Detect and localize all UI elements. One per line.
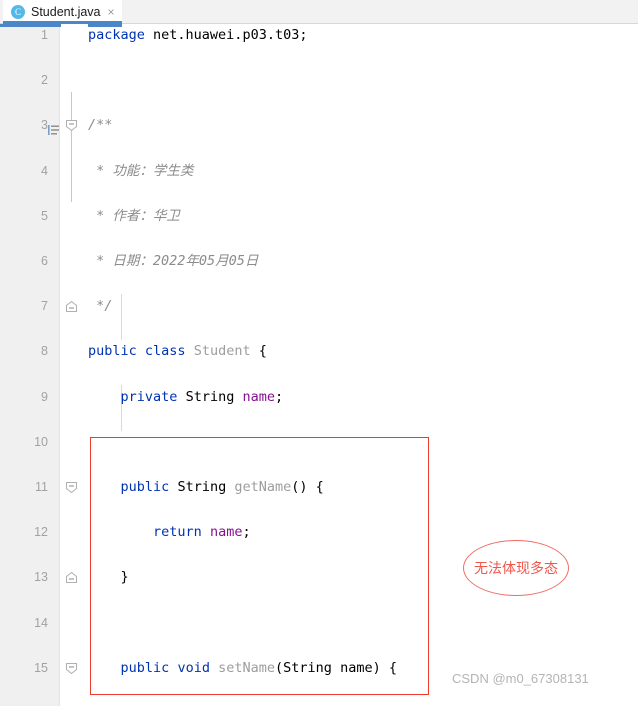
code-token: name xyxy=(209,524,243,541)
code-token: void xyxy=(177,659,210,676)
line-number: 10 xyxy=(34,434,48,449)
fold-toggle-icon[interactable] xyxy=(66,662,77,674)
code-text: private String name; xyxy=(88,386,284,409)
line-number: 2 xyxy=(41,73,48,88)
code-token: String xyxy=(177,478,227,495)
code-editor[interactable]: 1 package net.huawei.p03.t03; 2 3 /** 4 * 功能：… xyxy=(0,24,638,706)
code-line[interactable]: 2 xyxy=(0,69,638,92)
line-number: 14 xyxy=(34,615,48,630)
code-line[interactable]: 4 * 功能：学生类 xyxy=(0,160,638,183)
code-line[interactable]: 10 xyxy=(0,431,638,454)
code-token: ( xyxy=(275,659,284,676)
line-number: 16 xyxy=(0,702,48,706)
code-text: public String getName() { xyxy=(88,476,324,499)
ellipse-annotation-label: 无法体现多态 xyxy=(474,560,558,576)
fold-toggle-icon[interactable] xyxy=(66,120,77,132)
line-number: 12 xyxy=(34,525,48,540)
code-token: /** xyxy=(88,117,113,134)
code-line[interactable]: 8 public class Student { xyxy=(0,340,638,363)
code-text: public class Student { xyxy=(88,340,267,363)
code-token: public xyxy=(120,478,170,495)
code-token: { xyxy=(250,343,267,360)
code-line[interactable]: 5 * 作者：华卫 xyxy=(0,205,638,228)
csdn-watermark: CSDN @m0_67308131 xyxy=(452,671,589,686)
code-token: public xyxy=(88,343,137,360)
code-token: return xyxy=(153,524,202,541)
line-number: 13 xyxy=(34,570,48,585)
code-text: } xyxy=(88,566,129,589)
code-token: Student xyxy=(193,343,251,360)
editor-tab-bar: C Student.java × xyxy=(0,0,638,24)
close-icon[interactable]: × xyxy=(108,6,115,18)
code-token: * 作者：华卫 xyxy=(88,207,180,224)
code-line[interactable]: 16 this.name = name; xyxy=(0,702,638,706)
code-text: package net.huawei.p03.t03; xyxy=(88,24,307,47)
code-text: return name; xyxy=(88,521,251,544)
line-number: 4 xyxy=(41,163,48,178)
code-token: private xyxy=(120,388,178,405)
ide-editor-window: C Student.java × 1 package net.huawei.p03… xyxy=(0,0,638,706)
fold-toggle-icon[interactable] xyxy=(66,301,77,313)
tab-student-java[interactable]: C Student.java × xyxy=(3,0,122,24)
code-token: () { xyxy=(291,478,324,495)
code-line[interactable]: 1 package net.huawei.p03.t03; xyxy=(0,24,638,47)
line-number: 1 xyxy=(41,28,48,42)
code-line[interactable]: 6 * 日期：2022年05月05日 xyxy=(0,250,638,273)
red-ellipse-annotation: 无法体现多态 xyxy=(463,540,569,596)
javadoc-lines-icon xyxy=(48,120,59,136)
code-token: String xyxy=(283,659,332,676)
line-number: 6 xyxy=(41,253,48,268)
line-number: 7 xyxy=(41,299,48,314)
code-token: ) { xyxy=(372,659,397,676)
code-token: * 日期：2022年05月05日 xyxy=(88,252,259,269)
code-token: */ xyxy=(88,298,113,315)
code-token: * 功能：学生类 xyxy=(88,162,194,179)
code-token: net.huawei.p03.t03; xyxy=(144,27,308,43)
fold-toggle-icon[interactable] xyxy=(66,481,77,493)
java-class-icon: C xyxy=(11,5,25,19)
code-token: getName xyxy=(234,478,292,495)
code-text: */ xyxy=(88,295,112,318)
code-text: public void setName(String name) { xyxy=(88,657,397,680)
fold-toggle-icon[interactable] xyxy=(66,572,77,584)
code-token: String xyxy=(185,388,235,405)
code-token: package xyxy=(88,27,145,43)
code-line[interactable]: 3 /** xyxy=(0,114,638,137)
code-text: * 作者：华卫 xyxy=(88,205,180,228)
code-token: name xyxy=(242,388,275,405)
code-token: setName xyxy=(218,659,275,676)
code-token: name xyxy=(340,659,373,676)
code-text: * 功能：学生类 xyxy=(88,160,193,183)
code-token: public xyxy=(120,659,170,676)
line-number: 3 xyxy=(41,118,48,133)
line-number: 8 xyxy=(41,344,48,359)
code-text: /** xyxy=(88,114,112,137)
code-token: ; xyxy=(242,524,251,541)
line-number: 11 xyxy=(35,479,48,494)
code-line[interactable]: 12 return name; xyxy=(0,521,638,544)
line-number: 5 xyxy=(41,208,48,223)
code-token: } xyxy=(88,569,129,586)
code-text: * 日期：2022年05月05日 xyxy=(88,250,258,273)
code-line[interactable]: 14 xyxy=(0,612,638,635)
code-token: ; xyxy=(275,388,284,405)
code-text: this.name = name; xyxy=(88,702,291,706)
code-token: class xyxy=(144,343,186,360)
line-number: 15 xyxy=(34,660,48,675)
code-line[interactable]: 7 */ xyxy=(0,295,638,318)
code-line[interactable]: 9 private String name; xyxy=(0,386,638,409)
code-line[interactable]: 11 public String getName() { xyxy=(0,476,638,499)
line-number: 9 xyxy=(41,389,48,404)
tab-label: Student.java xyxy=(31,5,101,19)
